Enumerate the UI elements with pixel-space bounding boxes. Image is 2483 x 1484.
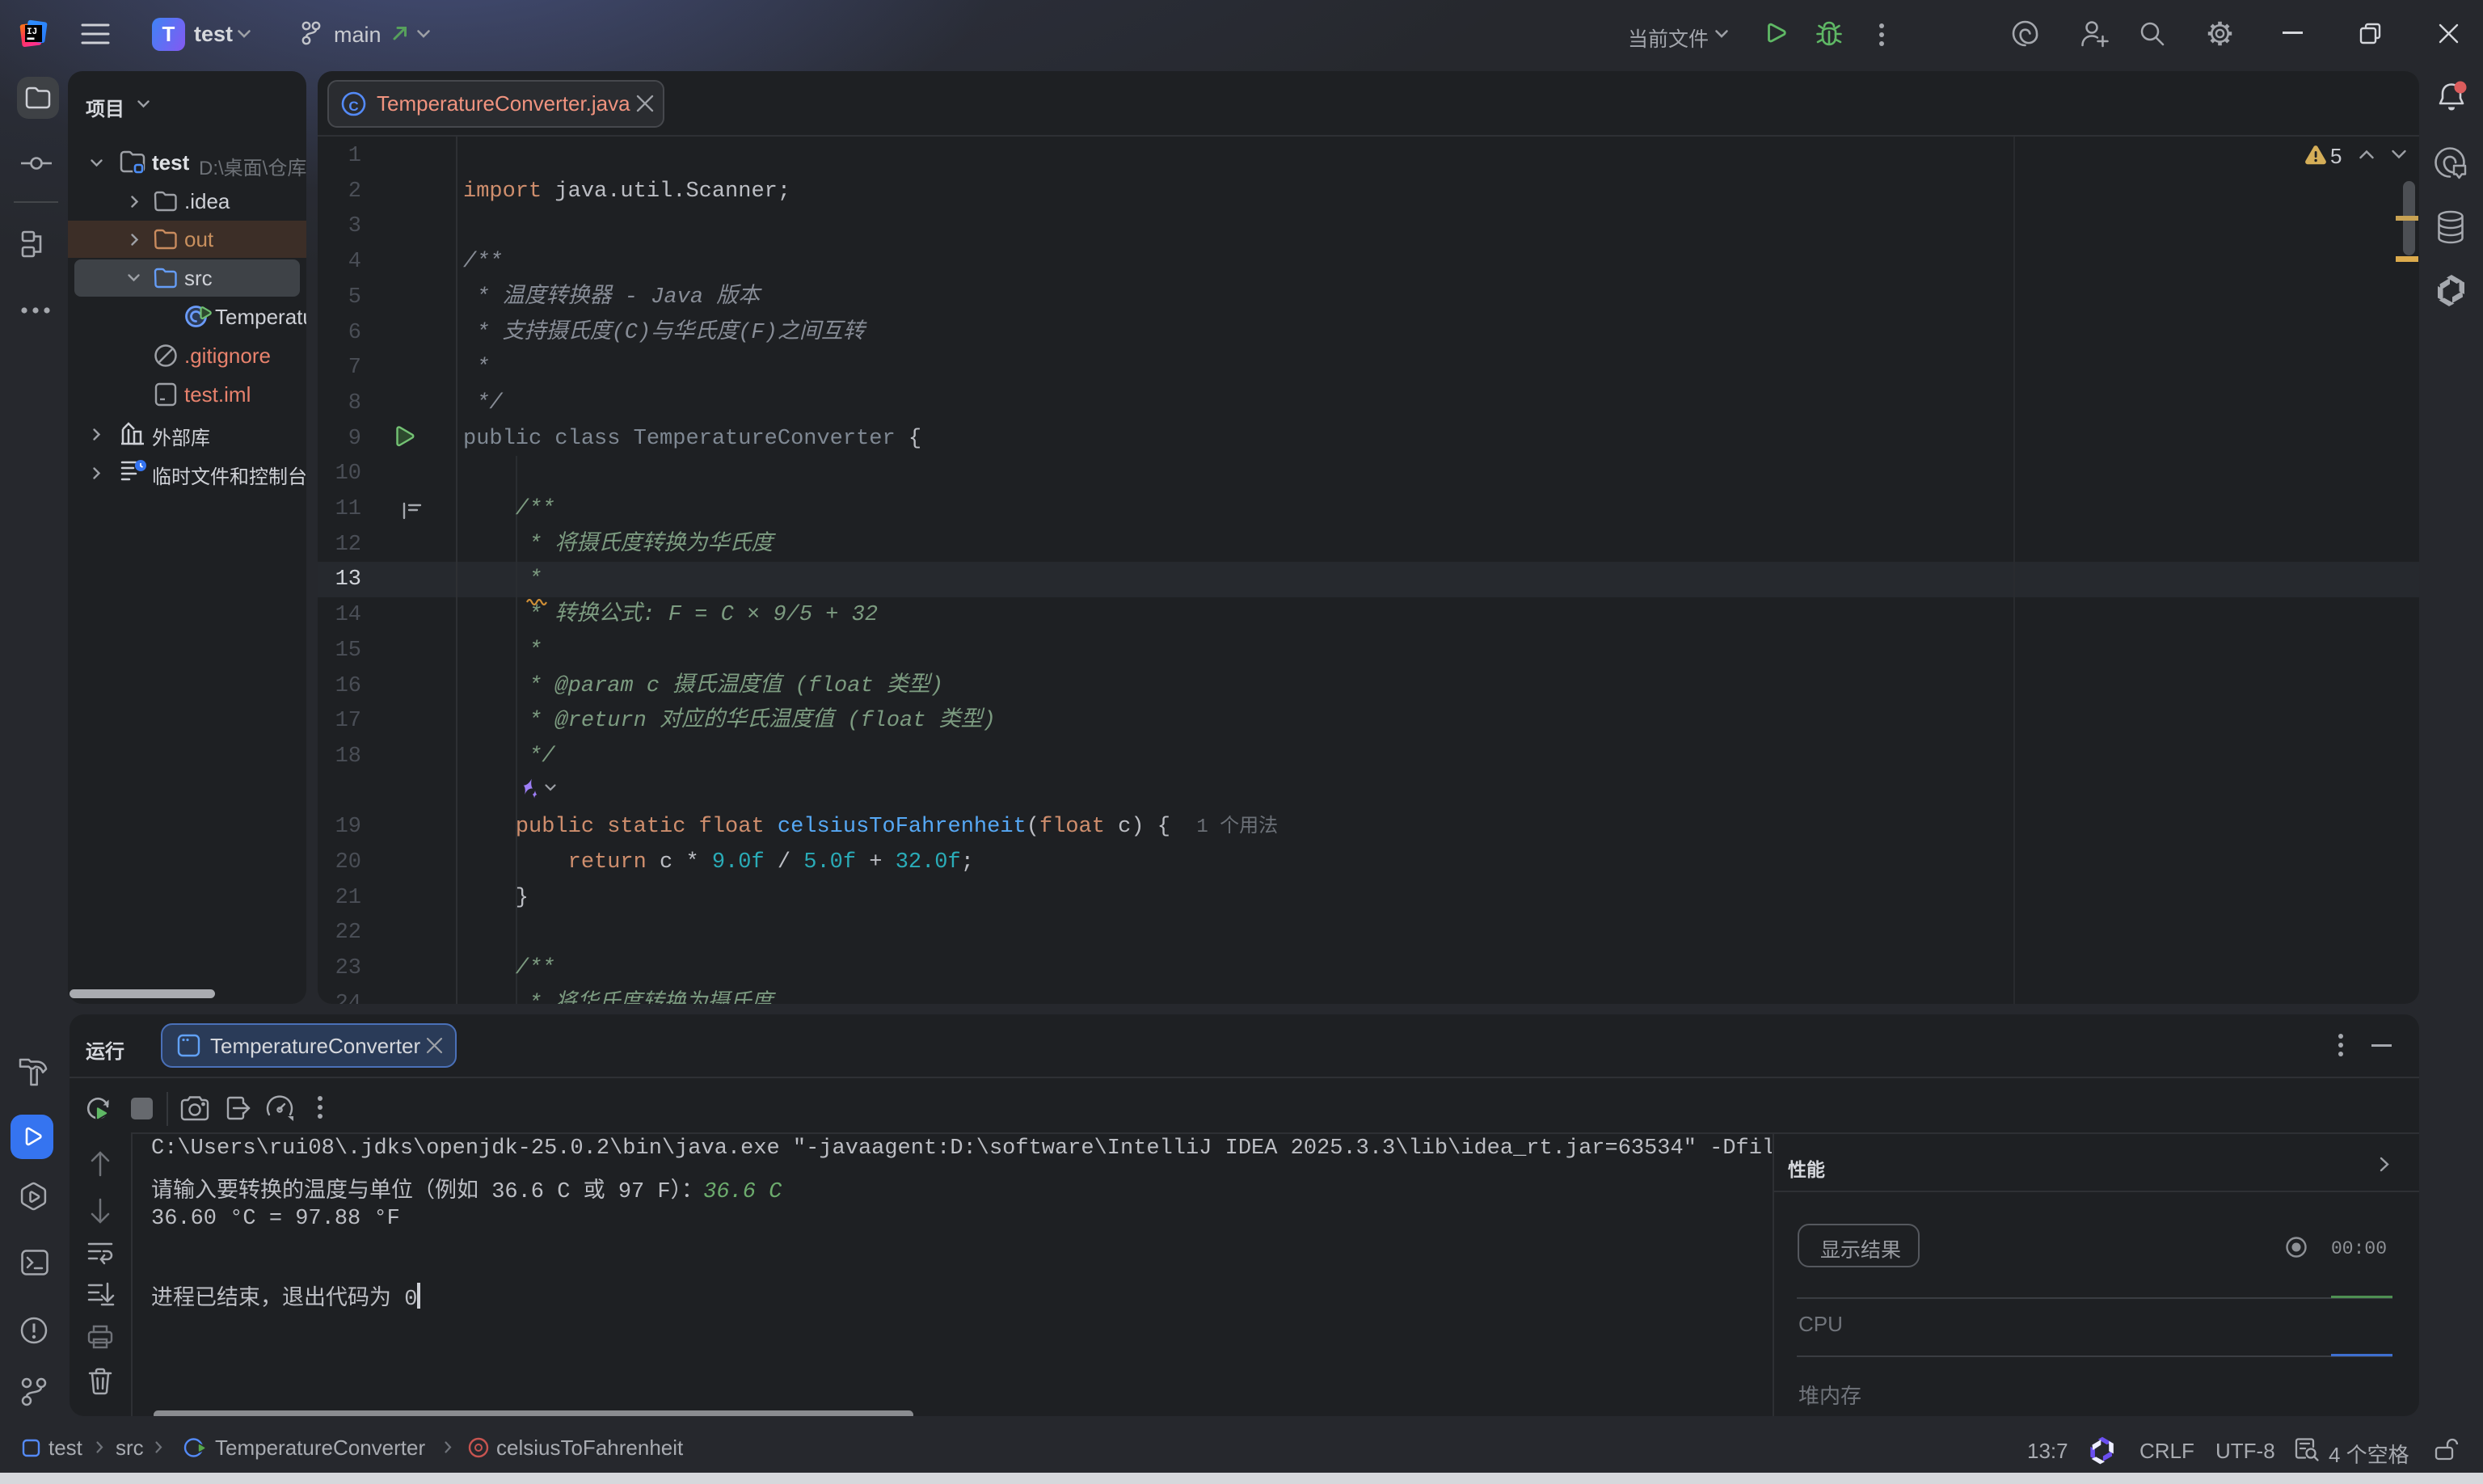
svg-text:C: C bbox=[348, 99, 358, 114]
svg-text:IJ: IJ bbox=[27, 27, 37, 37]
